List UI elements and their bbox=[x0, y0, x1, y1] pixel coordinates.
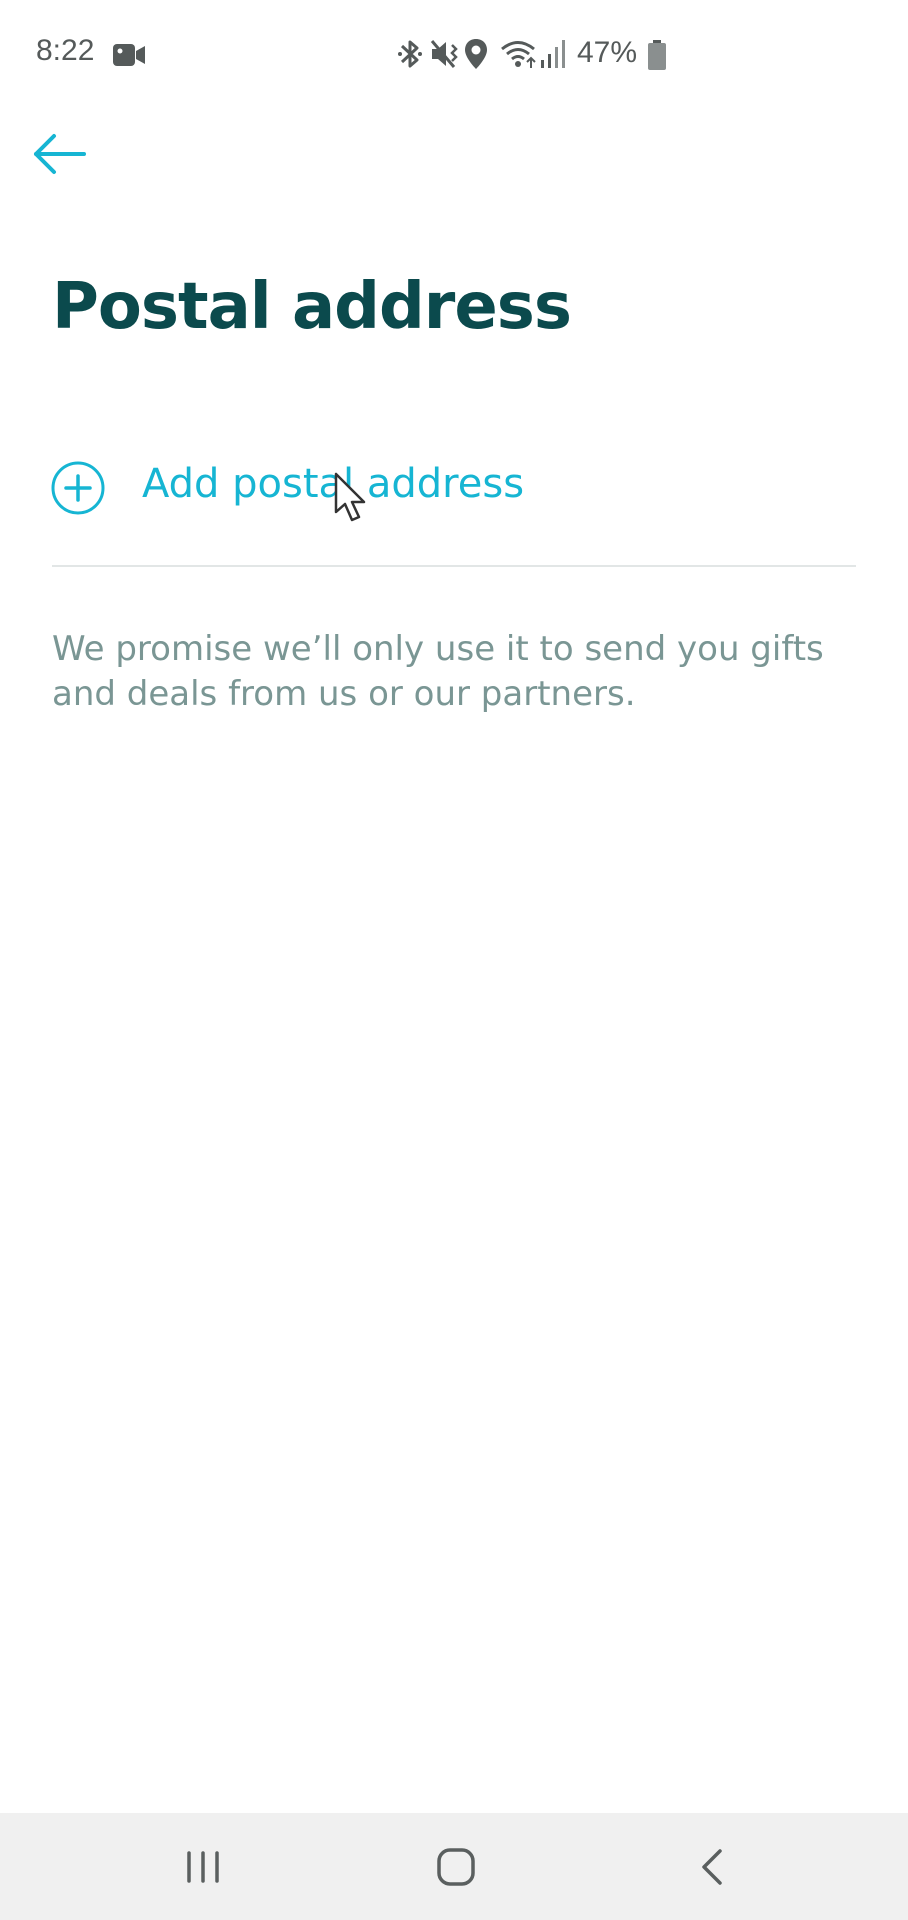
back-icon[interactable] bbox=[678, 1833, 748, 1903]
wifi-icon bbox=[501, 41, 536, 68]
location-icon bbox=[465, 39, 487, 69]
mute-icon bbox=[430, 40, 458, 68]
page-title: Postal address bbox=[52, 270, 572, 344]
video-camera-icon bbox=[113, 44, 145, 66]
battery-percentage: 47% bbox=[577, 36, 638, 69]
divider bbox=[52, 565, 856, 567]
battery-icon bbox=[648, 40, 666, 70]
status-time: 8:22 bbox=[36, 34, 95, 67]
bluetooth-icon bbox=[398, 40, 422, 68]
navigation-bar bbox=[0, 1813, 908, 1920]
add-postal-address-button[interactable]: Add postal address bbox=[50, 455, 858, 519]
home-icon[interactable] bbox=[421, 1833, 491, 1903]
back-arrow-icon[interactable] bbox=[30, 128, 90, 184]
promise-text: We promise we’ll only use it to send you… bbox=[52, 629, 824, 714]
signal-icon bbox=[541, 40, 565, 68]
recent-apps-icon[interactable] bbox=[168, 1833, 238, 1903]
status-bar: 8:22 47% bbox=[0, 0, 908, 110]
plus-circle-icon bbox=[51, 461, 105, 515]
mouse-cursor-icon bbox=[334, 472, 366, 522]
